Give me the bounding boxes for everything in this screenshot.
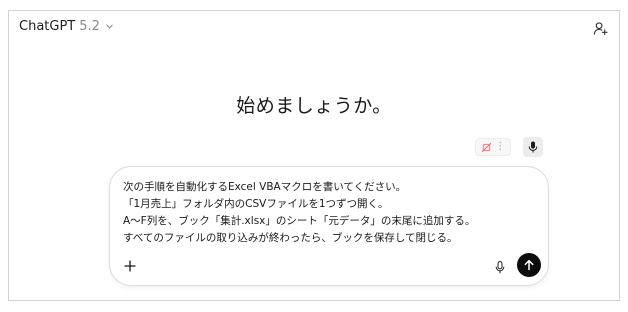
extension-bar: ⋮ [475, 138, 511, 156]
model-version: 5.2 [79, 19, 100, 34]
microphone-icon[interactable] [493, 259, 507, 275]
prompt-line: すべてのファイルの取り込みが終わったら、ブックを保存して閉じる。 [123, 232, 458, 244]
prompt-line: 次の手順を自動化するExcel VBAマクロを書いてください。 [123, 181, 407, 193]
page-headline: 始めましょうか。 [236, 95, 392, 117]
chat-window: ChatGPT 5.2 始めましょうか。 ⋮ 次の手順を自動化するExcel V… [8, 10, 620, 301]
prompt-composer[interactable]: 次の手順を自動化するExcel VBAマクロを書いてください。 「1月売上」フォ… [109, 166, 549, 286]
prompt-input[interactable]: 次の手順を自動化するExcel VBAマクロを書いてください。 「1月売上」フォ… [123, 179, 523, 247]
arrow-up-icon [523, 256, 535, 275]
voice-extension-button[interactable] [523, 137, 543, 157]
more-vertical-icon[interactable]: ⋮ [495, 142, 505, 152]
add-person-icon[interactable] [591, 19, 609, 37]
plus-icon[interactable] [122, 258, 138, 274]
prompt-line: A〜F列を、ブック「集計.xlsx」のシート「元データ」の末尾に追加する。 [123, 215, 476, 227]
chevron-down-icon [105, 22, 114, 31]
model-name: ChatGPT [19, 19, 76, 34]
crossed-out-icon[interactable] [481, 138, 492, 157]
send-button[interactable] [517, 253, 541, 277]
prompt-line: 「1月売上」フォルダ内のCSVファイルを1つずつ開く。 [123, 198, 389, 210]
model-selector[interactable]: ChatGPT 5.2 [19, 19, 114, 34]
microphone-icon [528, 138, 538, 157]
